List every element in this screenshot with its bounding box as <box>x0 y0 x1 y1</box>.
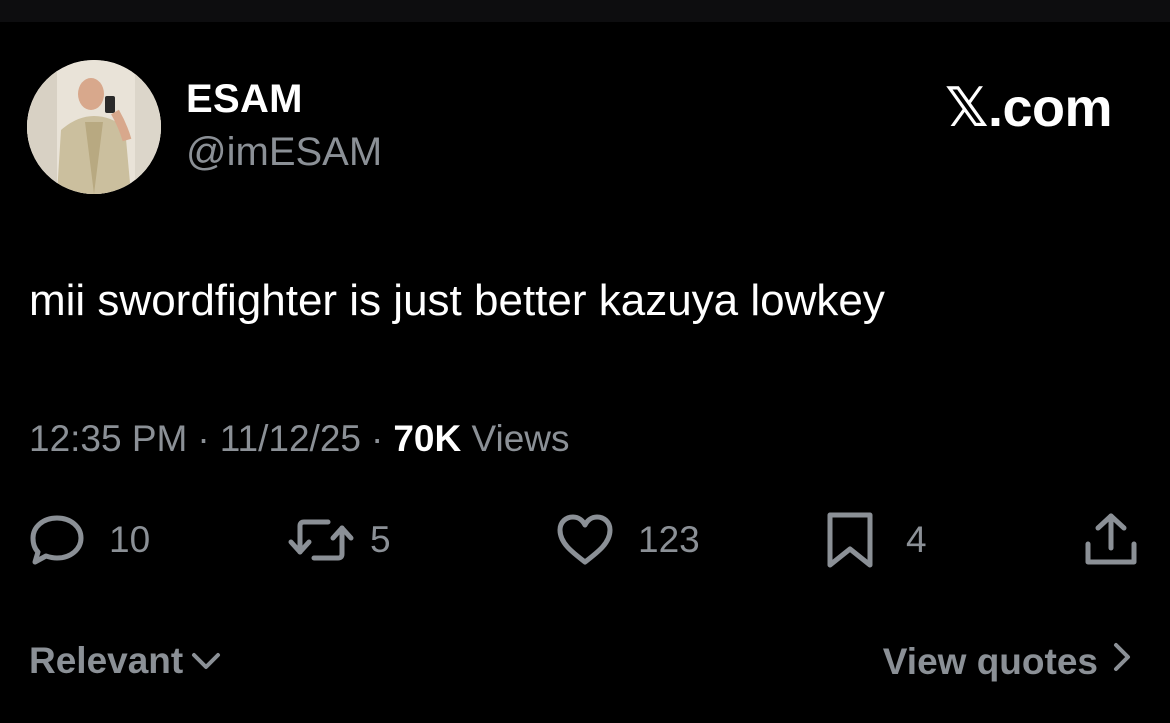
bookmark-icon <box>822 509 878 571</box>
repost-icon <box>286 512 356 568</box>
like-count: 123 <box>638 519 700 560</box>
like-button[interactable]: 123 <box>554 510 700 570</box>
views-count: 70K <box>393 418 462 459</box>
reply-button[interactable]: 10 <box>27 510 150 570</box>
display-name[interactable]: ESAM <box>186 77 303 122</box>
sort-relevant-dropdown[interactable]: Relevant <box>29 640 223 682</box>
reply-icon <box>27 512 87 568</box>
chevron-down-icon <box>189 640 223 682</box>
share-button[interactable] <box>1082 510 1140 570</box>
share-icon <box>1082 510 1140 570</box>
meta-separator: · <box>370 418 384 459</box>
repost-button[interactable]: 5 <box>286 510 391 570</box>
chevron-right-icon <box>1112 640 1132 683</box>
relevant-label: Relevant <box>29 640 184 681</box>
timestamp-date[interactable]: 11/12/25 <box>220 418 361 459</box>
views-label: Views <box>471 418 570 459</box>
timestamp-time[interactable]: 12:35 PM <box>29 418 187 459</box>
tweet-meta: 12:35 PM · 11/12/25 · 70K Views <box>29 418 570 460</box>
reply-count: 10 <box>109 519 151 560</box>
meta-separator: · <box>197 418 210 459</box>
view-quotes-link[interactable]: View quotes <box>883 640 1132 683</box>
like-icon <box>554 512 616 568</box>
avatar[interactable] <box>27 60 161 194</box>
top-bar <box>0 0 1170 22</box>
user-handle[interactable]: @imESAM <box>186 130 382 175</box>
bookmark-count: 4 <box>906 519 927 560</box>
bookmark-button[interactable]: 4 <box>822 510 927 570</box>
brand-logo: 𝕏.com <box>944 78 1113 138</box>
tweet-text: mii swordfighter is just better kazuya l… <box>29 276 885 325</box>
view-quotes-label: View quotes <box>882 640 1098 682</box>
repost-count: 5 <box>370 519 391 560</box>
